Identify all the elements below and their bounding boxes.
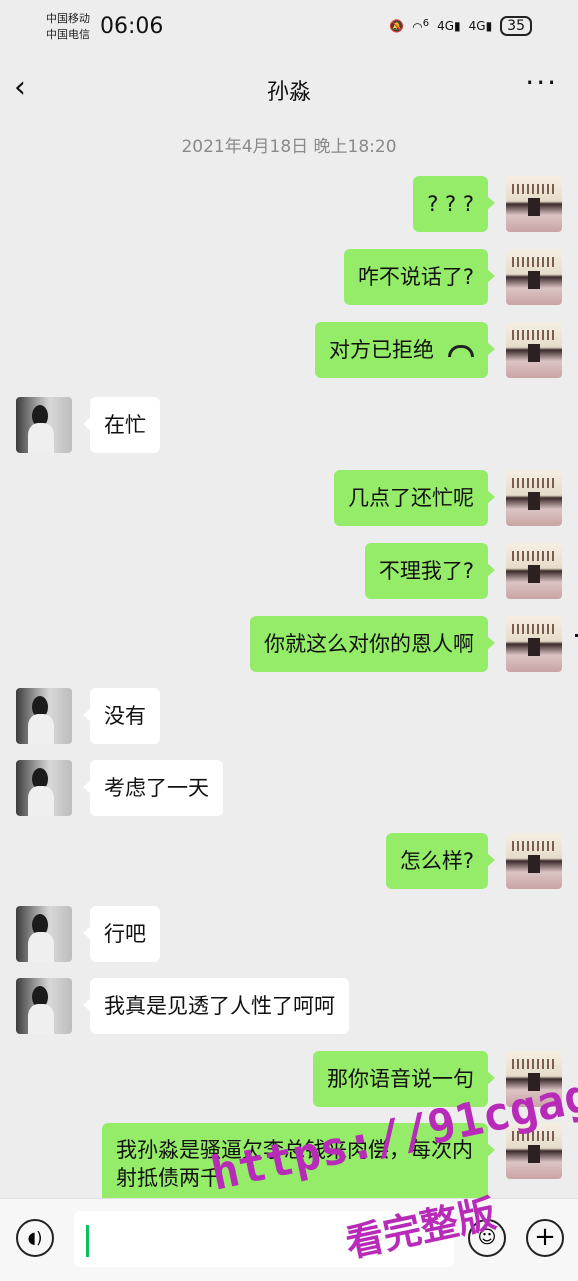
message-bubble-incoming[interactable]: 行吧	[83, 906, 160, 962]
avatar-self[interactable]	[506, 249, 562, 305]
avatar-self[interactable]	[506, 833, 562, 889]
message-text: 几点了还忙呢	[348, 486, 474, 510]
avatar-self[interactable]	[506, 616, 562, 672]
clock: 06:06	[100, 14, 164, 39]
message-text: ? ? ?	[427, 192, 474, 216]
signal-icon-2: 4G▮	[468, 19, 493, 33]
avatar-contact[interactable]	[16, 760, 72, 816]
message-bubble-outgoing[interactable]: 不理我了?	[364, 543, 496, 599]
avatar-self[interactable]	[506, 470, 562, 526]
message-bubble-outgoing[interactable]: ? ? ?	[413, 176, 495, 232]
wifi-icon: ◠6	[412, 18, 430, 34]
message-bubble-outgoing[interactable]: 你就这么对你的恩人啊	[250, 616, 495, 672]
message-text: 你就这么对你的恩人啊	[264, 632, 474, 656]
message-bubble-incoming[interactable]: 没有	[83, 688, 160, 744]
message-bubble-outgoing[interactable]: 怎么样?	[385, 833, 496, 889]
status-icons: 🔕 ◠6 4G▮ 4G▮ 35	[389, 16, 532, 36]
carrier-labels: 中国移动 中国电信	[46, 11, 90, 43]
message-bubble-outgoing[interactable]: 咋不说话了?	[343, 249, 496, 305]
plus-icon[interactable]: +	[526, 1219, 564, 1257]
avatar-contact[interactable]	[16, 906, 72, 962]
avatar-contact[interactable]	[16, 688, 72, 744]
message-bubble-outgoing[interactable]: 几点了还忙呢	[334, 470, 495, 526]
status-bar: 中国移动 中国电信 06:06 🔕 ◠6 4G▮ 4G▮ 35	[0, 0, 578, 56]
carrier-2: 中国电信	[46, 28, 90, 41]
message-text: 对方已拒绝	[329, 338, 434, 362]
message-text: 我真是见透了人性了呵呵	[104, 994, 335, 1018]
avatar-contact[interactable]	[16, 978, 72, 1034]
message-text: 不理我了?	[378, 559, 474, 583]
message-bubble-outgoing[interactable]: 对方已拒绝	[315, 322, 495, 378]
text-cursor	[86, 1225, 89, 1257]
hangup-icon	[448, 345, 474, 357]
message-timestamp: 2021年4月18日 晚上18:20	[181, 137, 397, 157]
message-text: 在忙	[104, 413, 146, 437]
message-text: 咋不说话了?	[357, 265, 474, 289]
avatar-self[interactable]	[506, 176, 562, 232]
carrier-1: 中国移动	[46, 12, 90, 25]
message-text: 没有	[104, 704, 146, 728]
chat-header: ‹ 孙淼 ···	[0, 56, 578, 120]
message-bubble-incoming[interactable]: 考虑了一天	[83, 760, 223, 816]
avatar-self[interactable]	[506, 543, 562, 599]
chat-title: 孙淼	[266, 80, 311, 105]
signal-icon-1: 4G▮	[437, 19, 461, 33]
ellipsis-icon[interactable]: ···	[525, 66, 558, 99]
avatar-self[interactable]	[506, 322, 562, 378]
message-text: 那你语音说一句	[327, 1067, 474, 1091]
message-text: 考虑了一天	[104, 776, 209, 800]
mute-icon: 🔕	[389, 19, 405, 33]
message-text: 行吧	[104, 922, 146, 946]
battery-icon: 35	[500, 16, 532, 36]
voice-icon[interactable]: ◖)	[16, 1219, 54, 1257]
message-text: 怎么样?	[399, 849, 474, 873]
message-bubble-incoming[interactable]: 我真是见透了人性了呵呵	[83, 978, 349, 1034]
message-bubble-incoming[interactable]: 在忙	[83, 397, 160, 453]
avatar-contact[interactable]	[16, 397, 72, 453]
